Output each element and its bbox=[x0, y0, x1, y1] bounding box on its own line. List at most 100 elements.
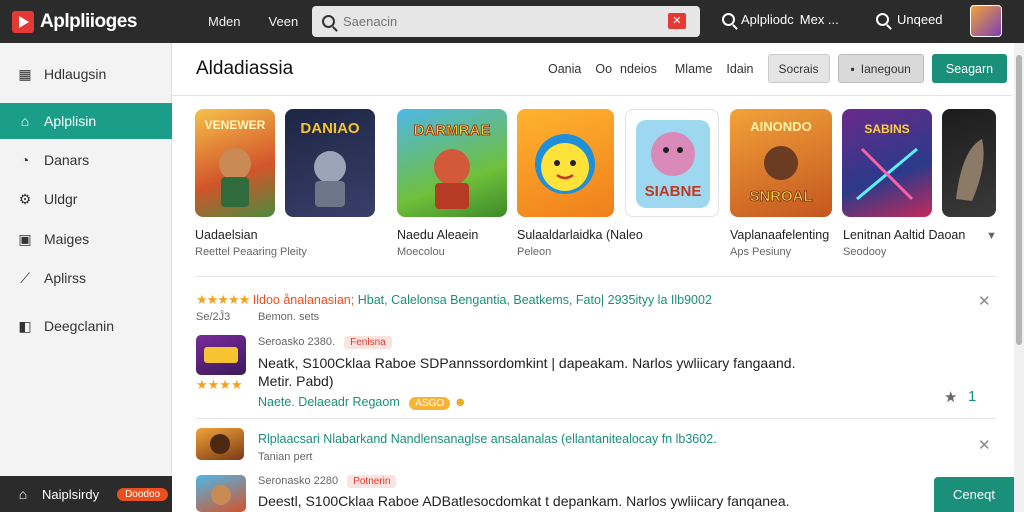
sidebar-item-uldgr[interactable]: ⚙ Uldgr bbox=[0, 181, 172, 217]
app-artwork-icon bbox=[211, 485, 231, 505]
apps-grid-icon: ▦ bbox=[18, 65, 32, 82]
sidebar-item-maiges[interactable]: ▣ Maiges bbox=[0, 221, 172, 257]
app-tile-1[interactable]: VENEWER bbox=[195, 109, 275, 217]
connect-button[interactable]: Ceneqt bbox=[934, 477, 1014, 512]
sidebar-item-hdlaugsin[interactable]: ▦ Hdlaugsin bbox=[0, 56, 172, 92]
app-name[interactable]: Lenitnan Aaltid Daoan bbox=[843, 228, 965, 242]
search-icon bbox=[876, 13, 889, 26]
user-label: Unqeed bbox=[897, 12, 943, 27]
app-name[interactable]: Uadaelsian bbox=[195, 228, 258, 242]
filter-bar: Oania Oo ndeios Mlame Idain Socrais ▪ Ia… bbox=[548, 54, 1008, 83]
search-box: ✕ bbox=[312, 6, 700, 37]
sidebar-item-label: Danars bbox=[44, 152, 90, 168]
sidebar-bottom-label: Naiplsirdy bbox=[42, 486, 100, 502]
app-artwork-icon: SIABNE bbox=[636, 120, 710, 208]
review-date: Seroasko 2380. bbox=[258, 336, 336, 348]
app-artwork-icon: DANIAO bbox=[300, 120, 360, 207]
profile-icon: ▪ bbox=[850, 61, 855, 76]
close-icon[interactable]: ✕ bbox=[978, 292, 991, 310]
top-search-label: Aplpliodc bbox=[741, 12, 794, 27]
app-tile-2[interactable]: DANIAO bbox=[285, 109, 375, 217]
review-tag: Potnerin bbox=[347, 475, 397, 488]
notification-badge: Doodoo bbox=[117, 487, 169, 501]
emoji-icon: ☻ bbox=[453, 395, 467, 409]
ianegoun-label: Ianegoun bbox=[860, 61, 911, 76]
app-tile-8[interactable] bbox=[942, 109, 996, 217]
review-pill: ASGO bbox=[409, 397, 451, 410]
app-title: Aplpliioges bbox=[40, 10, 137, 32]
filter-ndeios[interactable]: ndeios bbox=[620, 62, 657, 76]
app-tile-7[interactable]: SABINS bbox=[842, 109, 932, 217]
review-title-link[interactable]: Rlplaacsari Nlabarkand Nandlensanaglse a… bbox=[258, 432, 717, 446]
sidebar-item-danars[interactable]: ◔ Danars bbox=[0, 142, 172, 178]
search-icon bbox=[722, 13, 735, 26]
user-area[interactable]: Unqeed bbox=[876, 12, 943, 27]
svg-text:AINONDO: AINONDO bbox=[750, 119, 811, 134]
filter-mlame[interactable]: Mlame bbox=[675, 62, 713, 76]
app-tile-5[interactable]: SIABNE bbox=[625, 109, 719, 217]
review-heading: ★★★★★ Ildoo ånalanasian; Hbat, Calelonsa… bbox=[196, 292, 712, 308]
chevron-down-icon[interactable]: ▼ bbox=[986, 230, 997, 242]
tile-text: SNROAL bbox=[749, 188, 812, 205]
app-name[interactable]: Naedu Aleaein bbox=[397, 228, 478, 242]
like-icon[interactable]: ★ bbox=[944, 388, 957, 406]
app-logo[interactable]: Aplpliioges bbox=[12, 10, 182, 33]
app-tile-4[interactable] bbox=[517, 109, 614, 217]
app-category: Aps Pesiuny bbox=[730, 246, 792, 258]
scrollbar-thumb[interactable] bbox=[1016, 55, 1022, 345]
sidebar-item-aplirss[interactable]: ⟋ Aplirss bbox=[0, 260, 172, 296]
filter-oania[interactable]: Oania bbox=[548, 62, 581, 76]
review-body: Neatk, S100Cklaa Raboe SDPannssordomkint… bbox=[258, 355, 796, 371]
tile-text: DANIAO bbox=[300, 120, 359, 137]
review-thumbnail[interactable] bbox=[196, 475, 246, 512]
sidebar-item-label: Maiges bbox=[44, 231, 90, 247]
filter-idain[interactable]: Idain bbox=[726, 62, 753, 76]
app-artwork-icon bbox=[204, 347, 238, 363]
search-icon bbox=[322, 15, 335, 28]
close-icon[interactable]: ✕ bbox=[978, 436, 991, 454]
apps-icon: ◔ bbox=[20, 152, 30, 168]
tile-text: DARMRAE bbox=[414, 122, 491, 139]
review-title-link[interactable]: Hbat, Calelonsa Bengantia, Beatkems, Fat… bbox=[358, 293, 712, 307]
layout-icon: ◧ bbox=[18, 317, 32, 334]
app-name[interactable]: Sulaaldarlaidka (Naleo bbox=[517, 228, 643, 242]
review-thumbnail[interactable] bbox=[196, 428, 244, 460]
app-name[interactable]: Vaplanaafelenting bbox=[730, 228, 829, 242]
rating-stars: ★★★★★ bbox=[196, 292, 250, 307]
like-count: 1 bbox=[968, 388, 977, 405]
socrais-button[interactable]: Socrais bbox=[767, 54, 830, 83]
more-label[interactable]: Mex ... bbox=[800, 12, 839, 27]
image-icon: ▣ bbox=[18, 230, 32, 247]
search-clear-icon[interactable]: ✕ bbox=[668, 13, 686, 29]
sidebar-item-label: Aplirss bbox=[44, 270, 87, 286]
review-link[interactable]: Naete. Delaeadr Regaom bbox=[258, 395, 400, 409]
rating-stars: ★★★★ bbox=[196, 377, 243, 392]
review-body-cont: Metir. Pabd) bbox=[258, 373, 334, 389]
app-tile-6[interactable]: AINONDO SNROAL bbox=[730, 109, 832, 217]
ianegoun-button[interactable]: ▪ Ianegoun bbox=[837, 54, 924, 83]
search-input[interactable] bbox=[343, 14, 663, 29]
topnav-item-mden[interactable]: Mden bbox=[208, 14, 241, 29]
review-thumbnail[interactable] bbox=[196, 335, 246, 375]
app-artwork-icon: SABINS bbox=[856, 122, 918, 201]
scrollbar[interactable] bbox=[1014, 43, 1024, 512]
filter-oo[interactable]: Oo bbox=[595, 62, 612, 76]
sidebar-bottom-item[interactable]: ⌂ Naiplsirdy Doodoo bbox=[0, 476, 172, 512]
sidebar-item-label: Hdlaugsin bbox=[44, 66, 107, 82]
seagarn-button[interactable]: Seagarn bbox=[931, 54, 1008, 83]
avatar[interactable] bbox=[970, 5, 1002, 37]
app-artwork-icon: AINONDO SNROAL bbox=[749, 119, 813, 205]
app-artwork-icon bbox=[956, 139, 984, 201]
review-sub-meta: Seronasko 2280 Potnerin bbox=[258, 475, 397, 488]
sidebar-item-aplplisin[interactable]: ⌂ Aplplisin bbox=[0, 103, 172, 139]
topnav-item-veen[interactable]: Veen bbox=[269, 14, 299, 29]
app-tile-3[interactable]: DARMRAE bbox=[397, 109, 507, 217]
sidebar-item-label: Deegclanin bbox=[44, 318, 115, 334]
top-right-search[interactable]: Aplpliodc Mex ... bbox=[722, 12, 839, 27]
review-date: Seronasko 2280 bbox=[258, 475, 339, 487]
review-body: Deestl, S100Cklaa Raboe ADBatlesocdomkat… bbox=[258, 493, 790, 509]
sidebar-item-deegclanin[interactable]: ◧ Deegclanin bbox=[0, 308, 172, 344]
app-artwork-icon bbox=[210, 434, 230, 454]
review-meta-right: Tanian pert bbox=[258, 451, 313, 463]
review-author[interactable]: Ildoo ånalanasian; bbox=[253, 293, 354, 307]
